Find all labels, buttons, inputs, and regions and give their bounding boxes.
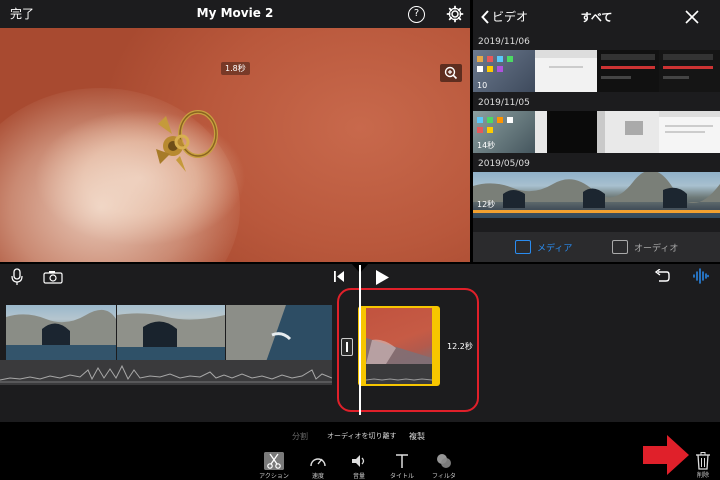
audio-waveform [0, 360, 332, 385]
video-thumbnail[interactable] [659, 111, 720, 153]
split-button[interactable]: 分割 [292, 431, 308, 442]
title-t-icon [396, 454, 408, 468]
thumbnail-image [535, 111, 547, 153]
thumbnail-duration: 12秒 [477, 200, 496, 209]
undo-icon[interactable] [654, 269, 670, 283]
video-thumbnail[interactable] [659, 50, 720, 92]
tab-audio[interactable]: オーディオ [612, 240, 678, 254]
video-thumbnail[interactable]: 12秒 [473, 172, 720, 218]
tool-actions[interactable]: アクション [256, 452, 292, 480]
thumbnail-row: 12秒 [473, 172, 720, 218]
tab-media-label: メディア [537, 243, 573, 254]
video-thumbnail[interactable] [597, 50, 659, 92]
tool-actions-label: アクション [259, 473, 289, 480]
video-thumbnail[interactable]: 10 [473, 50, 535, 92]
tool-filters[interactable]: フィルタ [426, 452, 462, 480]
section-date: 2019/11/06 [473, 34, 720, 50]
play-icon[interactable] [375, 270, 389, 285]
tool-titles-label: タイトル [389, 473, 414, 480]
video-thumbnail[interactable] [535, 50, 597, 92]
skip-to-start-icon[interactable] [334, 271, 344, 282]
tool-volume-label: 音量 [352, 473, 365, 480]
filter-circles-icon [437, 454, 451, 468]
scissors-icon [264, 452, 284, 470]
preview-pane: 完了 My Movie 2 ? 1.8秒 [0, 0, 470, 262]
duration-badge: 1.8秒 [221, 62, 250, 75]
video-thumbnail[interactable] [535, 111, 597, 153]
thumbnail-image [535, 50, 597, 68]
thumbnail-image [663, 54, 713, 79]
thumbnail-row: 10 [473, 50, 720, 92]
tab-media[interactable]: メディア [515, 240, 572, 254]
gear-icon[interactable] [446, 5, 464, 23]
jewelry-clasp-image [156, 110, 218, 172]
section-date: 2019/11/05 [473, 95, 720, 111]
close-icon[interactable] [685, 10, 699, 24]
thumbnail-image [473, 172, 720, 213]
music-note-icon [612, 240, 628, 254]
coastal-cliffs-image [226, 305, 332, 362]
top-bar: 完了 My Movie 2 ? [0, 0, 470, 28]
browser-title: すべて [580, 11, 613, 24]
thumbnail-image [659, 111, 720, 133]
thumbnail-duration: 10 [477, 81, 488, 90]
speedometer-icon [310, 458, 326, 467]
playhead[interactable] [359, 265, 361, 415]
microphone-icon[interactable] [11, 268, 23, 286]
delete-label: 削除 [696, 472, 709, 479]
coastal-cliffs-image [117, 313, 225, 362]
clip-frame [117, 305, 225, 362]
tool-titles[interactable]: タイトル [384, 452, 420, 480]
video-thumbnail[interactable] [597, 111, 659, 153]
project-title: My Movie 2 [196, 6, 274, 20]
thumbnail-image [601, 54, 655, 79]
tool-speed-label: 速度 [311, 473, 324, 480]
film-icon [515, 240, 531, 254]
audio-waveform-icon[interactable] [693, 268, 709, 284]
detach-audio-button[interactable]: オーディオを切り離す [327, 431, 397, 441]
duplicate-button[interactable]: 複製 [409, 431, 425, 442]
media-browser: ビデオ すべて 2019/11/06 10 2019/11/05 14秒 201… [473, 0, 720, 262]
video-preview[interactable]: 1.8秒 [0, 28, 470, 262]
browser-tab-bar: メディア オーディオ [473, 232, 720, 262]
speaker-icon [352, 455, 365, 467]
browser-header: ビデオ すべて [473, 0, 720, 32]
tool-filters-label: フィルタ [432, 473, 456, 480]
red-arrow-annotation [643, 435, 689, 475]
delete-button[interactable]: 削除 [690, 452, 716, 479]
tool-speed[interactable]: 速度 [300, 452, 336, 480]
tool-volume[interactable]: 音量 [341, 452, 377, 480]
thumbnail-duration: 14秒 [477, 141, 496, 150]
clip-frame [226, 305, 332, 362]
camera-icon[interactable] [43, 270, 63, 284]
coastal-cliffs-image [6, 309, 116, 362]
clip-frame [6, 305, 116, 362]
video-thumbnail[interactable]: 14秒 [473, 111, 535, 153]
tab-audio-label: オーディオ [634, 243, 679, 254]
trash-icon [696, 452, 710, 470]
help-icon[interactable]: ? [408, 6, 425, 23]
thumbnail-row: 14秒 [473, 111, 720, 153]
thumbnail-image [597, 111, 643, 153]
zoom-icon[interactable] [440, 64, 462, 82]
section-date: 2019/05/09 [473, 156, 720, 172]
